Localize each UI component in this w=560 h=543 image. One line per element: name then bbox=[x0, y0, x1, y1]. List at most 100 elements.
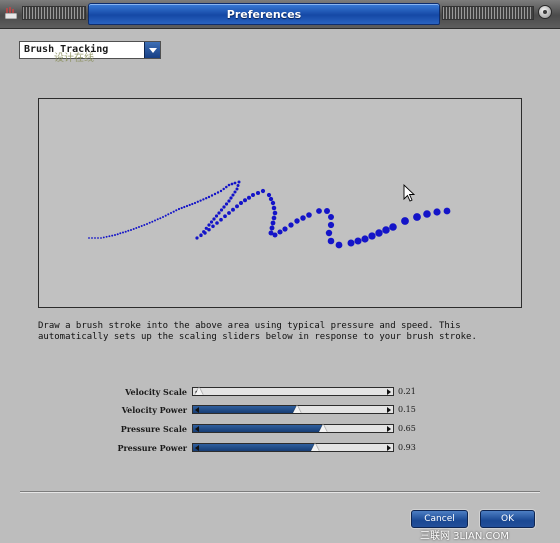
brush-dot bbox=[175, 209, 178, 212]
brush-dot bbox=[209, 220, 214, 224]
slider-right-arrow-icon[interactable] bbox=[387, 407, 391, 413]
brush-dot bbox=[177, 207, 181, 211]
slider-left-arrow-icon[interactable] bbox=[195, 445, 199, 451]
brush-dot bbox=[328, 214, 334, 220]
brush-dot bbox=[199, 199, 202, 202]
brush-dot bbox=[354, 237, 362, 245]
instructions-text: Draw a brush stroke into the above area … bbox=[38, 321, 528, 343]
slider-label: Velocity Power bbox=[121, 405, 187, 415]
brush-dot bbox=[164, 214, 167, 217]
brush-dot bbox=[140, 225, 143, 227]
slider-pressure-power: Pressure Power 0.93 bbox=[0, 442, 560, 454]
brush-dot bbox=[212, 217, 216, 221]
brush-dot bbox=[227, 183, 231, 187]
cancel-button[interactable]: Cancel bbox=[411, 510, 468, 528]
brush-dot bbox=[294, 218, 300, 224]
brush-dot bbox=[235, 204, 239, 209]
brush-dot bbox=[229, 196, 233, 200]
mode-dropdown[interactable]: Brush Tracking bbox=[19, 41, 161, 59]
brush-dot bbox=[102, 236, 105, 239]
title-grip-right bbox=[442, 6, 534, 20]
slider-fill bbox=[193, 406, 297, 413]
brush-dot bbox=[272, 210, 278, 216]
brush-dot bbox=[213, 192, 217, 196]
velocity-scale-slider[interactable] bbox=[192, 387, 394, 396]
velocity-power-slider[interactable] bbox=[192, 405, 394, 414]
pressure-power-slider[interactable] bbox=[192, 443, 394, 452]
brush-dot bbox=[324, 208, 330, 214]
chevron-down-icon bbox=[148, 47, 157, 53]
slider-label: Pressure Power bbox=[117, 443, 187, 453]
slider-right-arrow-icon[interactable] bbox=[387, 389, 391, 395]
brush-dot bbox=[251, 193, 255, 197]
brush-dot bbox=[270, 220, 276, 226]
brush-dot bbox=[108, 235, 111, 238]
brush-dot bbox=[94, 237, 96, 239]
brush-dot bbox=[235, 187, 239, 191]
slider-left-arrow-icon[interactable] bbox=[195, 426, 199, 432]
brush-tracking-area[interactable] bbox=[38, 98, 522, 308]
brush-dot bbox=[401, 217, 409, 225]
brush-dot bbox=[222, 187, 225, 191]
brush-dot bbox=[361, 235, 369, 243]
title-bar[interactable]: Preferences bbox=[0, 0, 560, 29]
brush-dot bbox=[111, 234, 114, 237]
slider-left-arrow-icon[interactable] bbox=[195, 407, 199, 413]
brush-dot bbox=[122, 231, 124, 234]
brush-dot bbox=[211, 224, 215, 229]
brush-dot bbox=[214, 214, 219, 218]
brush-dot bbox=[203, 231, 207, 235]
brush-dot bbox=[433, 208, 441, 216]
slider-thumb[interactable] bbox=[293, 405, 301, 413]
slider-thumb[interactable] bbox=[311, 443, 319, 451]
brush-dot bbox=[231, 207, 235, 212]
brush-dot bbox=[224, 202, 229, 206]
brush-dot bbox=[223, 214, 227, 219]
slider-thumb[interactable] bbox=[195, 387, 203, 395]
slider-value: 0.65 bbox=[398, 424, 416, 433]
ok-button[interactable]: OK bbox=[480, 510, 535, 528]
slider-label: Velocity Scale bbox=[125, 387, 187, 397]
brush-dot bbox=[148, 221, 151, 224]
brush-dot bbox=[382, 226, 390, 234]
brush-dot bbox=[191, 202, 194, 206]
slider-velocity-scale: Velocity Scale 0.21 bbox=[0, 386, 560, 398]
instructions-line-1: Draw a brush stroke into the above area … bbox=[38, 321, 461, 331]
brush-dot bbox=[97, 237, 99, 239]
slider-thumb[interactable] bbox=[319, 424, 327, 432]
brush-dot bbox=[327, 237, 335, 245]
brush-dot bbox=[335, 241, 343, 249]
brush-dot bbox=[180, 206, 183, 210]
pressure-scale-slider[interactable] bbox=[192, 424, 394, 433]
brush-dot bbox=[277, 229, 283, 235]
brush-dot bbox=[210, 194, 214, 197]
slider-right-arrow-icon[interactable] bbox=[387, 445, 391, 451]
mode-dropdown-value: Brush Tracking bbox=[24, 44, 109, 55]
dropdown-button[interactable] bbox=[144, 42, 160, 58]
brush-dot bbox=[423, 210, 431, 218]
slider-label: Pressure Scale bbox=[120, 424, 187, 434]
brush-dot bbox=[217, 211, 221, 215]
slider-value: 0.93 bbox=[398, 443, 416, 452]
brush-dot bbox=[413, 213, 421, 221]
brush-dot bbox=[135, 227, 138, 229]
brush-dot bbox=[114, 234, 116, 236]
brush-dot bbox=[268, 196, 274, 202]
slider-fill bbox=[193, 444, 315, 451]
brush-dot bbox=[237, 180, 241, 184]
brush-dot bbox=[119, 232, 122, 235]
brush-dot bbox=[88, 237, 90, 239]
brush-dot bbox=[100, 237, 102, 239]
brush-dot bbox=[271, 215, 277, 221]
slider-right-arrow-icon[interactable] bbox=[387, 426, 391, 432]
brush-dot bbox=[91, 237, 93, 239]
close-button[interactable] bbox=[538, 5, 552, 19]
brush-dot bbox=[233, 190, 237, 194]
brush-dot bbox=[255, 190, 261, 196]
brush-dot bbox=[233, 181, 237, 185]
brush-dot bbox=[325, 229, 333, 237]
brush-dot bbox=[271, 205, 277, 211]
brush-dot bbox=[225, 185, 228, 189]
brush-dot bbox=[227, 211, 231, 215]
slider-fill bbox=[193, 425, 323, 432]
